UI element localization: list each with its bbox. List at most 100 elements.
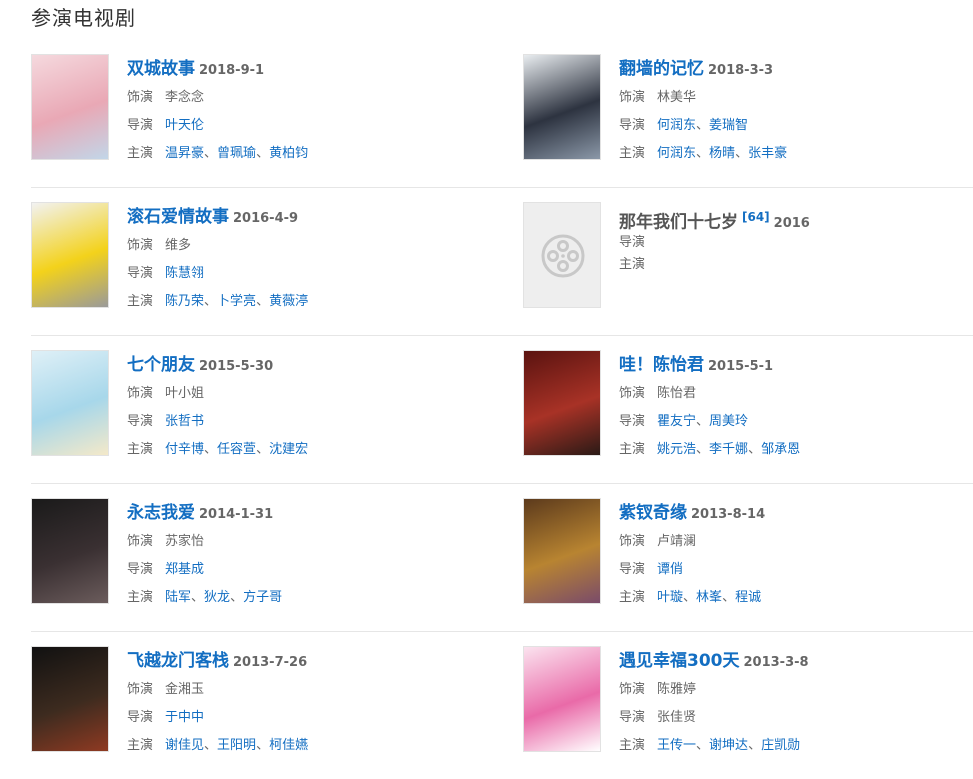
- cast-value[interactable]: 程诚: [735, 590, 761, 605]
- drama-poster[interactable]: [523, 498, 601, 604]
- cast-value[interactable]: 曾珮瑜: [217, 146, 256, 161]
- cast-value[interactable]: 狄龙: [204, 590, 230, 605]
- drama-title-link[interactable]: 紫钗奇缘: [619, 503, 687, 523]
- drama-title-link[interactable]: 双城故事: [127, 59, 195, 79]
- cast-value[interactable]: 付辛博: [165, 442, 204, 457]
- cast-value[interactable]: 林峯: [696, 590, 722, 605]
- cast: 主演 陆军、狄龙、方子哥: [127, 584, 467, 612]
- separator: 、: [256, 738, 270, 753]
- director-value[interactable]: 叶天伦: [165, 118, 204, 133]
- cast-value[interactable]: 卜学亮: [217, 294, 256, 309]
- drama-row: 永志我爱 2014-1-31 饰演 苏家怡 导演 郑基成 主演 陆军、狄龙、方子哥 紫钗奇缘 20…: [31, 484, 973, 632]
- drama-info: 双城故事 2018-9-1 饰演 李念念 导演 叶天伦 主演 温昇豪、曾珮瑜、黄柏钧: [127, 54, 467, 168]
- poster-art: [524, 647, 600, 751]
- poster-placeholder[interactable]: [523, 202, 601, 308]
- drama-title-link[interactable]: 飞越龙门客栈: [127, 651, 229, 671]
- cast-label: 主演: [619, 146, 646, 161]
- drama-row: 滚石爱情故事 2016-4-9 饰演 维多 导演 陈慧翎 主演 陈乃荣、卜学亮、黄薇渟 那年我们…: [31, 188, 973, 336]
- drama-poster[interactable]: [523, 54, 601, 160]
- drama-date: 2018-3-3: [708, 63, 774, 78]
- cast-value[interactable]: 姚元浩: [657, 442, 696, 457]
- separator: 、: [204, 294, 218, 309]
- director-value[interactable]: 谭俏: [657, 562, 683, 577]
- cast-value[interactable]: 黄柏钧: [269, 146, 308, 161]
- cast-value[interactable]: 杨晴: [709, 146, 735, 161]
- cast-value[interactable]: 何润东: [657, 146, 696, 161]
- cast-value[interactable]: 李千娜: [709, 442, 748, 457]
- cast-value[interactable]: 王阳明: [217, 738, 256, 753]
- drama-info: 翻墙的记忆 2018-3-3 饰演 林美华 导演 何润东、姜瑞智 主演 何润东、杨晴、张丰豪: [619, 54, 959, 168]
- drama-poster[interactable]: [523, 350, 601, 456]
- cast-value[interactable]: 谢佳见: [165, 738, 204, 753]
- drama-row: 双城故事 2018-9-1 饰演 李念念 导演 叶天伦 主演 温昇豪、曾珮瑜、黄柏钧 翻墙的记忆…: [31, 40, 973, 188]
- cast-value[interactable]: 方子哥: [243, 590, 282, 605]
- cast-value[interactable]: 柯佳嬿: [269, 738, 308, 753]
- cast: 主演 何润东、杨晴、张丰豪: [619, 140, 959, 168]
- separator: 、: [696, 146, 710, 161]
- drama-title-link[interactable]: 七个朋友: [127, 355, 195, 375]
- cast-value[interactable]: 温昇豪: [165, 146, 204, 161]
- director-value[interactable]: 周美玲: [709, 414, 748, 429]
- cast-value[interactable]: 叶璇: [657, 590, 683, 605]
- cast-value[interactable]: 邹承恩: [761, 442, 800, 457]
- cast-label: 主演: [127, 442, 154, 457]
- poster-art: [32, 351, 108, 455]
- drama-info: 七个朋友 2015-5-30 饰演 叶小姐 导演 张哲书 主演 付辛博、任容萱、沈建宏: [127, 350, 467, 464]
- director-value[interactable]: 张哲书: [165, 414, 204, 429]
- role-value: 维多: [165, 238, 192, 253]
- drama-item: 紫钗奇缘 2013-8-14 饰演 卢靖澜 导演 谭俏 主演 叶璇、林峯、程诚: [523, 498, 963, 608]
- drama-info: 飞越龙门客栈 2013-7-26 饰演 金湘玉 导演 于中中 主演 谢佳见、王阳明、柯佳嬿: [127, 646, 467, 760]
- cast-value[interactable]: 陆军: [165, 590, 191, 605]
- drama-poster[interactable]: [31, 646, 109, 752]
- drama-date: 2016: [773, 216, 810, 232]
- drama-title-link[interactable]: 哇！陈怡君: [619, 355, 704, 375]
- drama-title-link[interactable]: 翻墙的记忆: [619, 59, 704, 79]
- drama-poster[interactable]: [31, 202, 109, 308]
- director-value[interactable]: 姜瑞智: [709, 118, 748, 133]
- cast: 主演 叶璇、林峯、程诚: [619, 584, 959, 612]
- director-value[interactable]: 陈慧翎: [165, 266, 204, 281]
- cast-value[interactable]: 黄薇渟: [269, 294, 308, 309]
- cast-value[interactable]: 陈乃荣: [165, 294, 204, 309]
- director-value[interactable]: 郑基成: [165, 562, 204, 577]
- cast-value[interactable]: 任容萱: [217, 442, 256, 457]
- cast-label: 主演: [127, 590, 154, 605]
- cast-label: 主演: [127, 146, 154, 161]
- drama-poster[interactable]: [31, 350, 109, 456]
- drama-date: 2013-3-8: [743, 655, 809, 670]
- drama-info: 滚石爱情故事 2016-4-9 饰演 维多 导演 陈慧翎 主演 陈乃荣、卜学亮、黄薇渟: [127, 202, 467, 316]
- director-value[interactable]: 于中中: [165, 710, 204, 725]
- cast-value[interactable]: 沈建宏: [269, 442, 308, 457]
- drama-item: 滚石爱情故事 2016-4-9 饰演 维多 导演 陈慧翎 主演 陈乃荣、卜学亮、黄薇渟: [31, 202, 471, 312]
- separator: 、: [204, 442, 218, 457]
- director-value[interactable]: 瞿友宁: [657, 414, 696, 429]
- director: 导演 陈慧翎: [127, 260, 467, 288]
- role-value: 叶小姐: [165, 386, 205, 401]
- drama-title-link[interactable]: 永志我爱: [127, 503, 195, 523]
- drama-title-link[interactable]: 滚石爱情故事: [127, 207, 229, 227]
- citation-link[interactable]: [64]: [742, 210, 770, 224]
- cast-value[interactable]: 张丰豪: [748, 146, 787, 161]
- director: 导演: [619, 232, 959, 254]
- separator: 、: [256, 146, 270, 161]
- director-value[interactable]: 何润东: [657, 118, 696, 133]
- cast-label: 主演: [127, 738, 154, 753]
- separator: 、: [204, 738, 218, 753]
- cast-value[interactable]: 庄凯勋: [761, 738, 800, 753]
- director: 导演 瞿友宁、周美玲: [619, 408, 959, 436]
- poster-art: [524, 351, 600, 455]
- cast-value[interactable]: 王传一: [657, 738, 696, 753]
- cast-value[interactable]: 谢坤达: [709, 738, 748, 753]
- film-reel-icon: [541, 234, 585, 278]
- drama-date: 2013-7-26: [233, 655, 308, 670]
- role: 饰演 林美华: [619, 84, 959, 112]
- title-line: 双城故事 2018-9-1: [127, 54, 467, 84]
- cast: 主演 姚元浩、李千娜、邹承恩: [619, 436, 959, 464]
- director-label: 导演: [127, 710, 154, 725]
- drama-title-link[interactable]: 遇见幸福300天: [619, 651, 740, 671]
- cast-label: 主演: [127, 294, 154, 309]
- drama-poster[interactable]: [31, 498, 109, 604]
- drama-poster[interactable]: [31, 54, 109, 160]
- role-label: 饰演: [619, 90, 646, 105]
- drama-poster[interactable]: [523, 646, 601, 752]
